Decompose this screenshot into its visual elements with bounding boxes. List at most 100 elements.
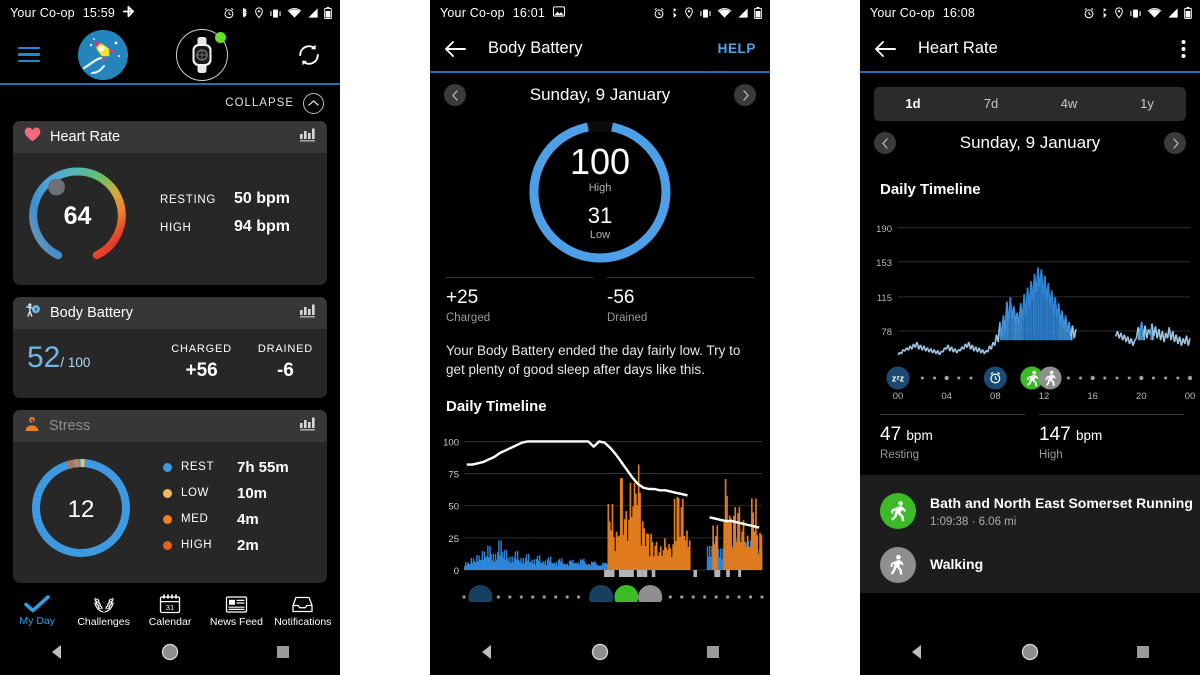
card-title: Stress <box>49 418 91 434</box>
device-watch-button[interactable] <box>176 28 228 81</box>
list-item[interactable]: Walking <box>860 539 1200 593</box>
back-arrow-icon[interactable] <box>444 40 466 58</box>
bar-chart-icon[interactable] <box>300 304 316 323</box>
list-item[interactable]: Bath and North East Somerset Running 1:0… <box>860 485 1200 539</box>
svg-text:115: 115 <box>877 293 892 304</box>
battery-icon <box>324 7 332 19</box>
activity-meta: 1:09:38 · 6.06 mi <box>930 515 1017 528</box>
selected-date: Sunday, 9 January <box>529 85 671 104</box>
card-body-battery[interactable]: Body Battery 52/ 100 CHARGED +56 DRAINED… <box>13 297 327 398</box>
daily-timeline-title: Daily Timeline <box>446 398 547 416</box>
clock-label: 16:08 <box>942 6 976 20</box>
svg-text:190: 190 <box>876 224 892 235</box>
back-button[interactable] <box>907 642 927 667</box>
nav-item-notifications[interactable]: Notifications <box>270 595 336 628</box>
nav-item-news-feed[interactable]: News Feed <box>203 595 269 628</box>
legend-row: LOW 10m <box>163 485 289 502</box>
heart-rate-timeline-chart[interactable]: 78 115 153 190 zᶻz 00 04 08 12 16 20 00 <box>860 206 1200 406</box>
tab-7d[interactable]: 7d <box>952 87 1030 121</box>
device-online-indicator <box>215 31 226 43</box>
previous-day-button[interactable] <box>874 132 896 154</box>
nav-item-calendar[interactable]: 31 Calendar <box>137 594 203 628</box>
svg-text:04: 04 <box>941 391 952 402</box>
chevron-up-icon[interactable] <box>303 92 324 114</box>
recents-button[interactable] <box>703 642 723 667</box>
charged-column: CHARGED +56 <box>171 343 232 382</box>
body-battery-denominator: / 100 <box>60 355 91 370</box>
stat-value: 94 bpm <box>234 218 291 235</box>
nav-item-challenges[interactable]: Challenges <box>70 595 136 628</box>
signal-icon <box>738 8 748 18</box>
bluetooth-icon <box>1102 8 1107 18</box>
status-icons <box>223 7 332 19</box>
alarm-icon <box>224 7 234 19</box>
stat-value: 147 <box>1039 424 1071 445</box>
svg-text:153: 153 <box>876 258 892 269</box>
column-value: +56 <box>185 360 218 381</box>
column-value: -6 <box>276 360 294 381</box>
location-icon <box>1115 7 1123 19</box>
back-button[interactable] <box>47 642 67 667</box>
legend-value: 2m <box>237 536 259 554</box>
newspaper-icon <box>225 595 248 613</box>
panel-gap <box>770 0 860 675</box>
bar-chart-icon[interactable] <box>300 417 316 436</box>
bottom-navigation: My Day Challenges 31 Calendar News Feed … <box>0 588 340 634</box>
card-heart-rate[interactable]: Heart Rate 64 RESTING 50 bpm HIGH 94 bpm <box>13 121 327 285</box>
legend-dot <box>163 488 172 498</box>
previous-day-button[interactable] <box>444 84 466 106</box>
signal-icon <box>1168 8 1178 18</box>
stat-unit: bpm <box>906 428 933 443</box>
time-range-tabs[interactable]: 1d 7d 4w 1y <box>874 87 1186 121</box>
menu-icon[interactable] <box>18 46 40 63</box>
help-button[interactable]: HELP <box>718 41 756 56</box>
drained-column: DRAINED -6 <box>258 343 313 382</box>
bar-chart-icon[interactable] <box>300 128 316 147</box>
selected-date: Sunday, 9 January <box>959 133 1101 152</box>
svg-text:100: 100 <box>443 438 459 449</box>
body-battery-timeline-chart[interactable]: 0 25 50 75 100 <box>430 427 770 610</box>
legend-label: MED <box>181 513 209 525</box>
status-bar-middle: Your Co-op 16:01 <box>430 0 770 26</box>
home-button[interactable] <box>1020 642 1040 667</box>
home-app-bar <box>0 26 340 85</box>
recents-button[interactable] <box>273 642 293 667</box>
overflow-menu-icon[interactable] <box>1181 39 1186 59</box>
next-day-button[interactable] <box>734 84 756 106</box>
home-button[interactable] <box>160 642 180 667</box>
home-button[interactable] <box>590 642 610 667</box>
body-battery-ring-gauge: 100 High 31 Low <box>430 117 770 267</box>
legend-label: REST <box>181 461 215 473</box>
svg-text:31: 31 <box>166 603 174 612</box>
app-bar-right: Heart Rate <box>860 26 1200 73</box>
svg-text:12: 12 <box>68 496 95 523</box>
gauge-center-values: 100 High 31 Low <box>430 117 770 267</box>
tab-1d[interactable]: 1d <box>874 87 952 121</box>
svg-text:50: 50 <box>448 502 459 513</box>
location-icon <box>685 7 693 19</box>
clock-label: 15:59 <box>82 6 116 20</box>
avatar[interactable] <box>78 29 128 80</box>
back-button[interactable] <box>477 642 497 667</box>
legend-dot <box>163 514 172 524</box>
sync-icon[interactable] <box>296 42 322 68</box>
status-icons <box>653 7 762 19</box>
next-day-button[interactable] <box>1164 132 1186 154</box>
status-bar-right: Your Co-op 16:08 <box>860 0 1200 26</box>
heart-icon <box>24 127 41 147</box>
app-status-icon <box>123 6 135 20</box>
drained-stat: -56 Drained <box>607 277 754 324</box>
inbox-icon <box>292 596 313 612</box>
alarm-icon <box>654 7 664 19</box>
tab-1y[interactable]: 1y <box>1108 87 1186 121</box>
card-stress[interactable]: Stress 12 REST 7h 55m LOW 10m MED 4m HIG… <box>13 410 327 583</box>
collapse-row[interactable]: COLLAPSE <box>0 85 340 121</box>
recents-button[interactable] <box>1133 642 1153 667</box>
bluetooth-icon <box>672 8 677 18</box>
resting-stat: 47 bpm Resting <box>880 414 1025 461</box>
back-arrow-icon[interactable] <box>874 40 896 58</box>
system-navigation-right <box>860 634 1200 675</box>
advice-text: Your Body Battery ended the day fairly l… <box>446 343 741 378</box>
tab-4w[interactable]: 4w <box>1030 87 1108 121</box>
nav-item-my-day[interactable]: My Day <box>4 595 70 627</box>
